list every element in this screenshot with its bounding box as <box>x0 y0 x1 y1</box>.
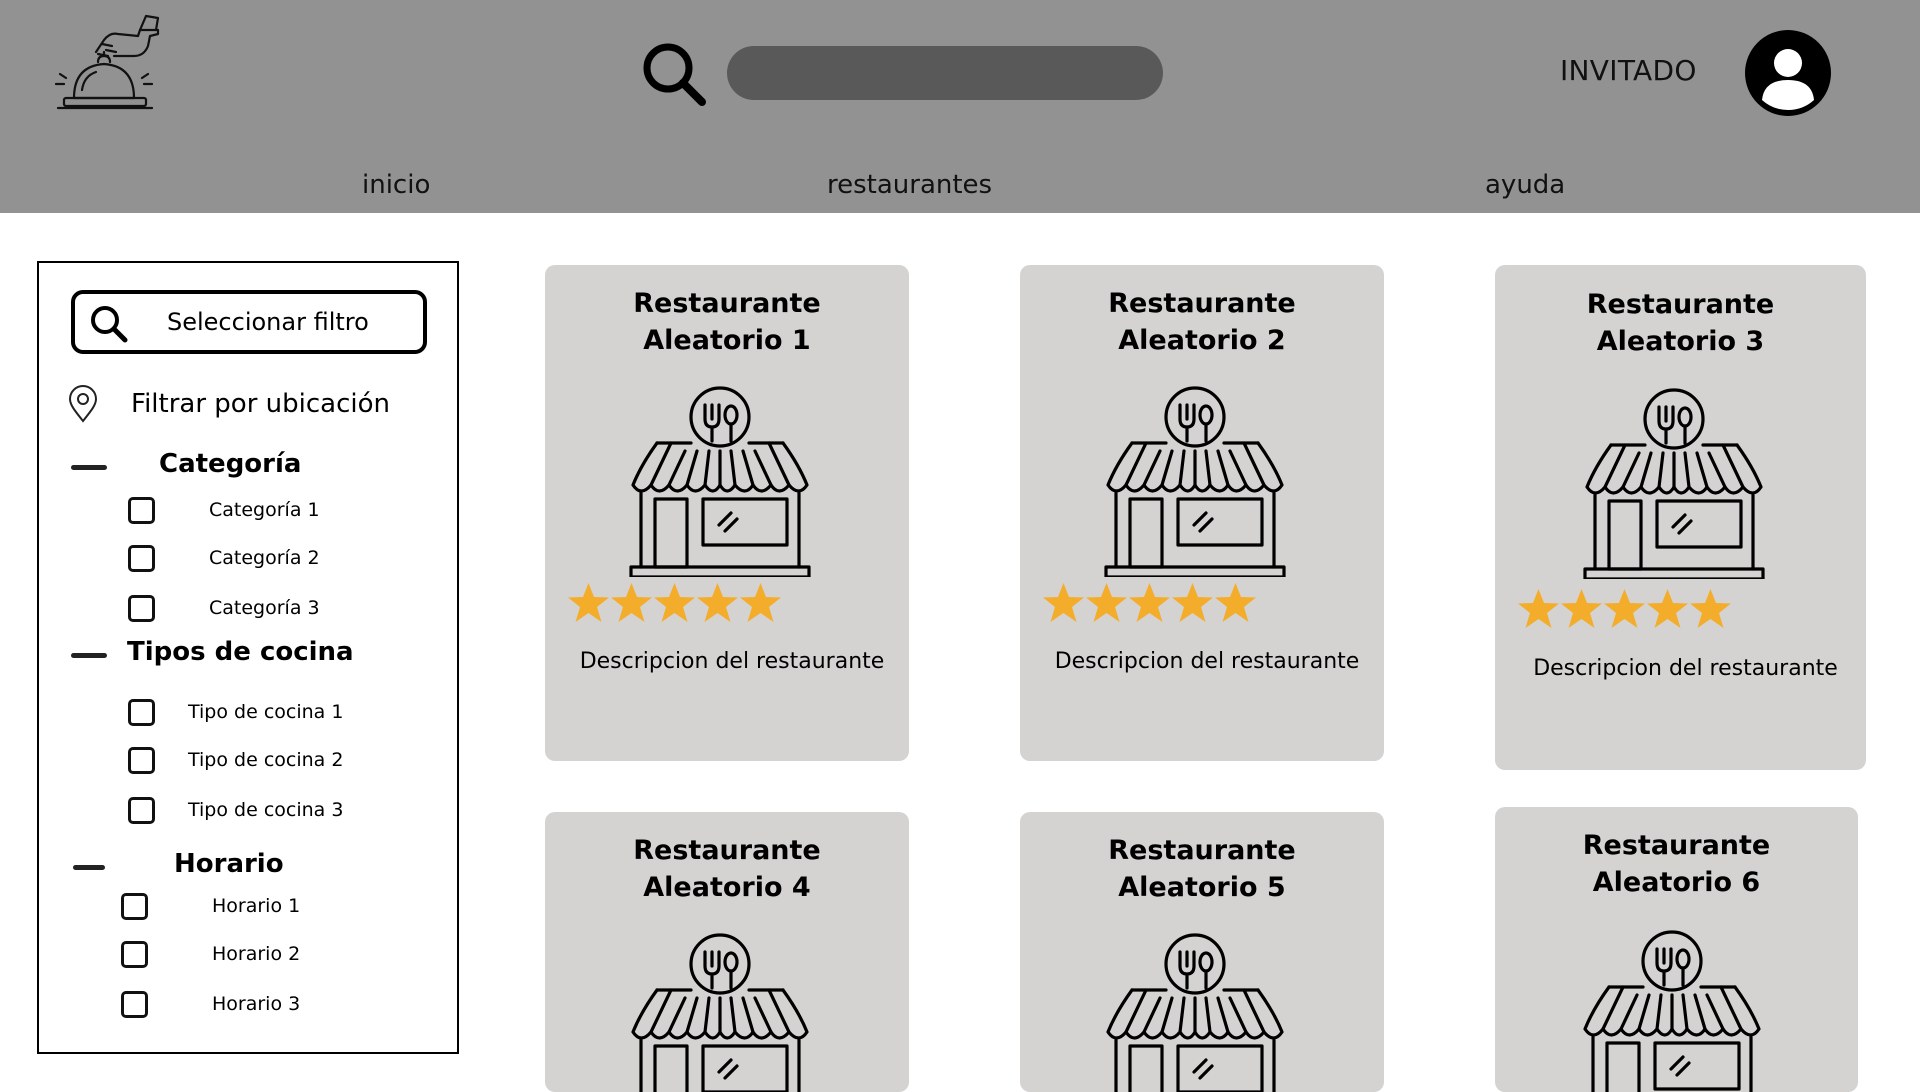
checkbox-horario-3[interactable]: Horario 3 <box>121 991 381 1023</box>
checkbox-tipo-cocina-3[interactable]: Tipo de cocina 3 <box>128 797 388 829</box>
restaurant-card[interactable]: Restaurante Aleatorio 1 Descripcion del r… <box>545 265 909 761</box>
checkbox-label: Categoría 2 <box>209 547 320 569</box>
collapse-categoria-icon[interactable] <box>71 465 107 470</box>
checkbox-categoria-1[interactable]: Categoría 1 <box>128 497 388 529</box>
star-icon <box>740 583 781 622</box>
collapse-horario-icon[interactable] <box>73 865 105 870</box>
checkbox[interactable] <box>121 893 148 920</box>
search-icon <box>91 306 128 343</box>
restaurant-store-icon <box>1581 930 1763 1092</box>
checkbox-categoria-3[interactable]: Categoría 3 <box>128 595 388 627</box>
star-icon <box>1129 583 1170 622</box>
rating-stars <box>1517 587 1732 630</box>
star-icon <box>1647 589 1688 628</box>
star-icon <box>1690 589 1731 628</box>
star-icon <box>1086 583 1127 622</box>
checkbox[interactable] <box>121 941 148 968</box>
nav-restaurantes[interactable]: restaurantes <box>827 170 992 200</box>
star-icon <box>1172 583 1213 622</box>
star-icon <box>1215 583 1256 622</box>
star-icon <box>1604 589 1645 628</box>
checkbox[interactable] <box>128 699 155 726</box>
location-filter-label: Filtrar por ubicación <box>131 389 390 419</box>
rating-stars <box>1042 581 1257 624</box>
user-label: INVITADO <box>1560 54 1697 87</box>
checkbox[interactable] <box>128 545 155 572</box>
restaurant-card[interactable]: Restaurante Aleatorio 5 <box>1020 812 1384 1092</box>
checkbox[interactable] <box>121 991 148 1018</box>
section-title-categoria: Categoría <box>159 449 302 479</box>
top-header: INVITADO inicio restaurantes ayuda <box>0 0 1920 213</box>
checkbox-label: Categoría 3 <box>209 597 320 619</box>
checkbox[interactable] <box>128 747 155 774</box>
checkbox-label: Horario 2 <box>212 943 301 965</box>
restaurant-title: Restaurante Aleatorio 4 <box>633 835 821 903</box>
restaurant-description: Descripcion del restaurante <box>579 649 885 674</box>
select-filter-button[interactable]: Seleccionar filtro <box>71 290 427 354</box>
restaurant-description: Descripcion del restaurante <box>1054 649 1360 674</box>
checkbox-horario-1[interactable]: Horario 1 <box>121 893 381 925</box>
section-title-horario: Horario <box>174 849 284 879</box>
restaurant-title: Restaurante Aleatorio 6 <box>1582 830 1771 898</box>
checkbox-label: Horario 1 <box>212 895 301 917</box>
location-filter[interactable]: Filtrar por ubicación <box>67 383 427 427</box>
restaurant-store-icon <box>1583 388 1765 579</box>
user-avatar-icon[interactable] <box>1745 30 1831 116</box>
restaurant-card[interactable]: Restaurante Aleatorio 4 <box>545 812 909 1092</box>
checkbox[interactable] <box>128 497 155 524</box>
star-icon <box>697 583 738 622</box>
select-filter-label: Seleccionar filtro <box>167 308 369 336</box>
restaurant-store-icon <box>629 933 811 1092</box>
checkbox[interactable] <box>128 595 155 622</box>
service-bell-icon[interactable] <box>52 12 164 120</box>
restaurant-card[interactable]: Restaurante Aleatorio 2 Descripcion del r… <box>1020 265 1384 761</box>
star-icon <box>568 583 609 622</box>
restaurant-card[interactable]: Restaurante Aleatorio 6 <box>1495 807 1858 1092</box>
checkbox-categoria-2[interactable]: Categoría 2 <box>128 545 388 577</box>
star-icon <box>1518 589 1559 628</box>
checkbox-tipo-cocina-1[interactable]: Tipo de cocina 1 <box>128 699 388 731</box>
star-icon <box>1043 583 1084 622</box>
restaurant-title: Restaurante Aleatorio 2 <box>1108 288 1296 356</box>
star-icon <box>1561 589 1602 628</box>
checkbox[interactable] <box>128 797 155 824</box>
section-title-tipos-cocina: Tipos de cocina <box>127 637 354 667</box>
checkbox-horario-2[interactable]: Horario 2 <box>121 941 381 973</box>
location-pin-icon <box>68 385 98 423</box>
filter-sidebar: Seleccionar filtro Filtrar por ubicación… <box>37 261 459 1054</box>
restaurant-store-icon <box>1104 933 1286 1092</box>
restaurant-card[interactable]: Restaurante Aleatorio 3 Descripcion del r… <box>1495 265 1866 770</box>
nav-ayuda[interactable]: ayuda <box>1485 170 1565 200</box>
checkbox-label: Tipo de cocina 3 <box>188 799 344 821</box>
restaurant-title: Restaurante Aleatorio 3 <box>1586 289 1775 357</box>
restaurant-title: Restaurante Aleatorio 1 <box>633 288 821 356</box>
collapse-tipos-cocina-icon[interactable] <box>71 653 107 658</box>
restaurant-store-icon <box>1104 386 1286 577</box>
restaurant-store-icon <box>629 386 811 577</box>
search-input[interactable] <box>727 46 1163 100</box>
star-icon <box>611 583 652 622</box>
restaurant-description: Descripcion del restaurante <box>1533 656 1838 681</box>
checkbox-label: Categoría 1 <box>209 499 320 521</box>
checkbox-label: Tipo de cocina 1 <box>188 701 344 723</box>
checkbox-tipo-cocina-2[interactable]: Tipo de cocina 2 <box>128 747 388 779</box>
search-icon[interactable] <box>640 40 708 108</box>
rating-stars <box>567 581 782 624</box>
checkbox-label: Tipo de cocina 2 <box>188 749 344 771</box>
checkbox-label: Horario 3 <box>212 993 301 1015</box>
nav-inicio[interactable]: inicio <box>362 170 430 200</box>
restaurant-title: Restaurante Aleatorio 5 <box>1108 835 1296 903</box>
star-icon <box>654 583 695 622</box>
